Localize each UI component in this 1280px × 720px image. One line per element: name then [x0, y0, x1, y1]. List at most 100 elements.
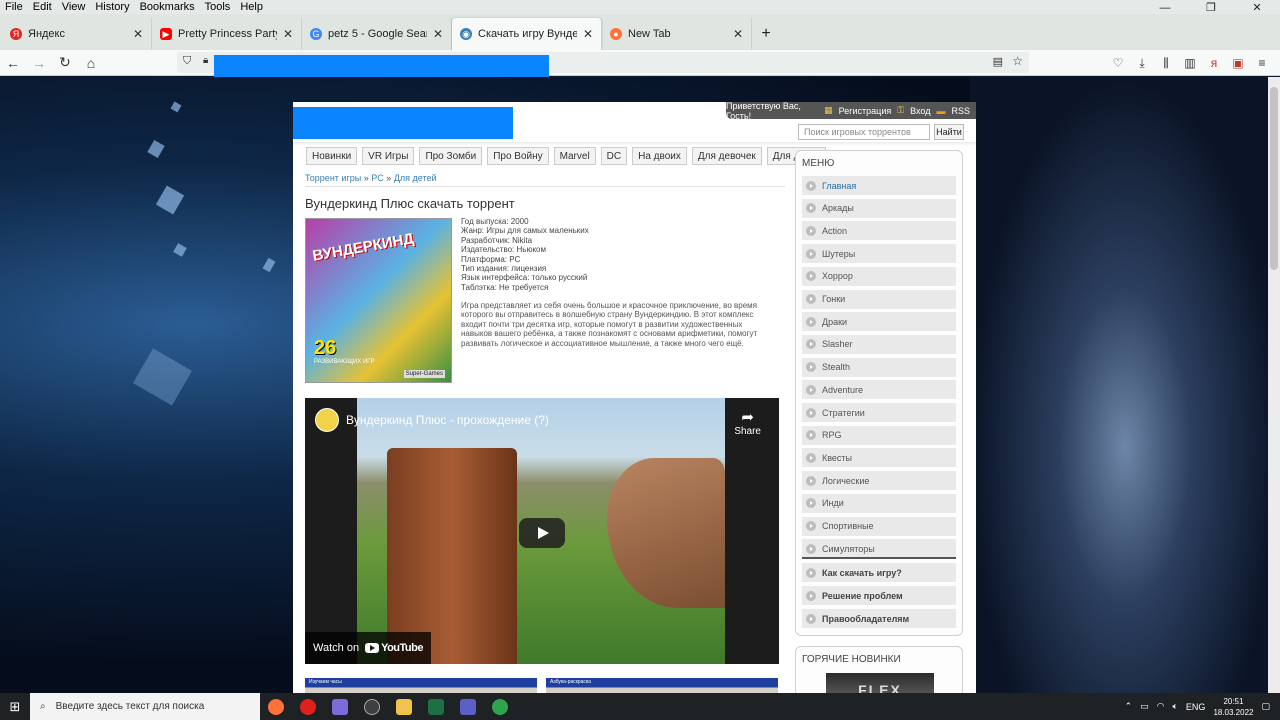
library-icon[interactable]: ⫼ [1154, 56, 1178, 71]
reader-icon[interactable]: ▤ [993, 55, 1003, 68]
menu-history[interactable]: History [90, 1, 134, 13]
windows-start-icon[interactable]: ⊞ [0, 699, 30, 715]
sidebar-icon[interactable]: ▥ [1178, 56, 1202, 70]
close-icon[interactable]: ✕ [283, 27, 293, 41]
channel-avatar[interactable] [315, 408, 339, 432]
back-icon[interactable]: ← [0, 55, 26, 71]
breadcrumb-link[interactable]: Для детей [394, 173, 437, 183]
hot-game-banner[interactable]: FLEX [826, 673, 934, 693]
menu-view[interactable]: View [57, 1, 91, 13]
page-scrollbar[interactable] [1268, 77, 1280, 693]
tab-current-site[interactable]: ◉ Скачать игру Вундеркинд Плюс ✕ [452, 18, 602, 50]
volume-icon[interactable]: 🔈︎ [1173, 701, 1178, 712]
sidebar-item[interactable]: Драки [802, 312, 956, 333]
tab-yandex[interactable]: Я Яндекс ✕ [2, 18, 152, 50]
sidebar-extra-item[interactable]: Решение проблем [802, 586, 956, 606]
menu-help[interactable]: Help [235, 1, 268, 13]
play-button[interactable] [519, 518, 565, 548]
search-input[interactable]: Поиск игровых торрентов [798, 124, 930, 140]
close-icon[interactable]: ✕ [733, 27, 743, 41]
sidebar-extra-item[interactable]: Как скачать игру? [802, 563, 956, 583]
download-icon[interactable]: ⤓ [1130, 56, 1154, 71]
tab-youtube[interactable]: ▶ Pretty Princess Party semi-blind ✕ [152, 18, 302, 50]
close-icon[interactable]: ✕ [133, 27, 143, 41]
new-tab-button[interactable]: + [752, 18, 780, 50]
sidebar-item-label: Решение проблем [822, 590, 903, 601]
sidebar-item[interactable]: Логические [802, 471, 956, 492]
sidebar-item[interactable]: Гонки [802, 289, 956, 310]
extension-icon[interactable]: ▣ [1226, 56, 1250, 70]
notifications-icon[interactable]: ▢ [1261, 701, 1270, 712]
yandex-icon: Я [10, 28, 22, 40]
video-title[interactable]: Вундеркинд Плюс - прохождение (?) [346, 413, 549, 427]
taskbar-search[interactable]: ⌕ Введите здесь текст для поиска [30, 693, 260, 720]
taskbar-firefox[interactable] [260, 693, 292, 720]
taskbar-opera[interactable] [292, 693, 324, 720]
login-link[interactable]: Вход [910, 106, 930, 116]
breadcrumb-link[interactable]: Торрент игры [305, 173, 361, 183]
sidebar-item[interactable]: RPG [802, 425, 956, 446]
taskbar-app[interactable] [484, 693, 516, 720]
watch-on-youtube[interactable]: Watch on YouTube [305, 632, 431, 664]
scrollbar-thumb[interactable] [1270, 87, 1278, 270]
sidebar-item-label: Как скачать игру? [822, 567, 902, 578]
category-war[interactable]: Про Войну [487, 147, 549, 165]
sidebar-extra-item[interactable]: Правообладателям [802, 609, 956, 629]
sidebar-item[interactable]: Хоррор [802, 266, 956, 287]
category-zombie[interactable]: Про Зомби [419, 147, 483, 165]
close-icon[interactable]: ✕ [433, 27, 443, 41]
chevron-up-icon[interactable]: ⌃ [1125, 701, 1133, 712]
breadcrumb-link[interactable]: PC [371, 173, 384, 183]
taskbar-search-placeholder: Введите здесь текст для поиска [55, 701, 205, 712]
menu-bookmarks[interactable]: Bookmarks [135, 1, 200, 13]
taskbar-app[interactable] [452, 693, 484, 720]
tab-new[interactable]: ● New Tab ✕ [602, 18, 752, 50]
tab-google[interactable]: G petz 5 - Google Search ✕ [302, 18, 452, 50]
background-shard [173, 243, 187, 257]
wifi-icon[interactable]: ◠ [1157, 701, 1165, 712]
sidebar-item[interactable]: Квесты [802, 448, 956, 469]
category-coop[interactable]: На двоих [632, 147, 687, 165]
category-dc[interactable]: DC [600, 147, 628, 165]
menu-file[interactable]: File [0, 1, 28, 13]
clock[interactable]: 20:51 18.03.2022 [1213, 696, 1253, 718]
menu-tools[interactable]: Tools [200, 1, 236, 13]
background-shard [170, 101, 182, 113]
rss-link[interactable]: RSS [951, 106, 970, 116]
bookmark-star-icon[interactable]: ☆ [1012, 54, 1023, 68]
sidebar-item[interactable]: Инди [802, 493, 956, 514]
sidebar-item[interactable]: Шутеры [802, 244, 956, 265]
share-button[interactable]: ➦ Share [734, 408, 761, 437]
sidebar-item[interactable]: Slasher [802, 334, 956, 355]
taskbar-excel[interactable] [420, 693, 452, 720]
sidebar-item[interactable]: Adventure [802, 380, 956, 401]
network-icon[interactable]: ▭ [1140, 701, 1149, 712]
screenshot-thumbnail[interactable]: Азбука-раскраска [546, 678, 778, 693]
home-icon[interactable]: ⌂ [78, 55, 104, 71]
sidebar-item[interactable]: Аркады [802, 198, 956, 219]
category-girls[interactable]: Для девочек [691, 147, 762, 165]
register-link[interactable]: Регистрация [839, 106, 892, 116]
youtube-embed[interactable]: Вундеркинд Плюс - прохождение (?) ➦ Shar… [305, 398, 779, 664]
language-indicator[interactable]: ENG [1186, 702, 1206, 712]
search-button[interactable]: Найти [934, 124, 964, 140]
forward-icon[interactable]: → [26, 55, 52, 71]
category-marvel[interactable]: Marvel [553, 147, 596, 165]
close-icon[interactable]: ✕ [583, 27, 593, 41]
yandex-ext-icon[interactable]: я [1202, 56, 1226, 70]
sidebar-item[interactable]: Стратегии [802, 403, 956, 423]
sidebar-item[interactable]: Спортивные [802, 516, 956, 537]
taskbar-explorer[interactable] [388, 693, 420, 720]
sidebar-item[interactable]: Stealth [802, 357, 956, 378]
hamburger-menu-icon[interactable]: ≡ [1250, 56, 1274, 70]
taskbar-app[interactable] [356, 693, 388, 720]
menu-edit[interactable]: Edit [28, 1, 57, 13]
category-vr[interactable]: VR Игры [362, 147, 415, 165]
sidebar-item[interactable]: Action [802, 221, 956, 242]
sidebar-item[interactable]: Главная [802, 176, 956, 196]
reload-icon[interactable]: ↻ [52, 54, 78, 71]
pocket-icon[interactable]: ♡ [1106, 56, 1130, 70]
category-new[interactable]: Новинки [306, 147, 358, 165]
screenshot-thumbnail[interactable]: Изучаем часы [305, 678, 537, 693]
taskbar-app[interactable] [324, 693, 356, 720]
